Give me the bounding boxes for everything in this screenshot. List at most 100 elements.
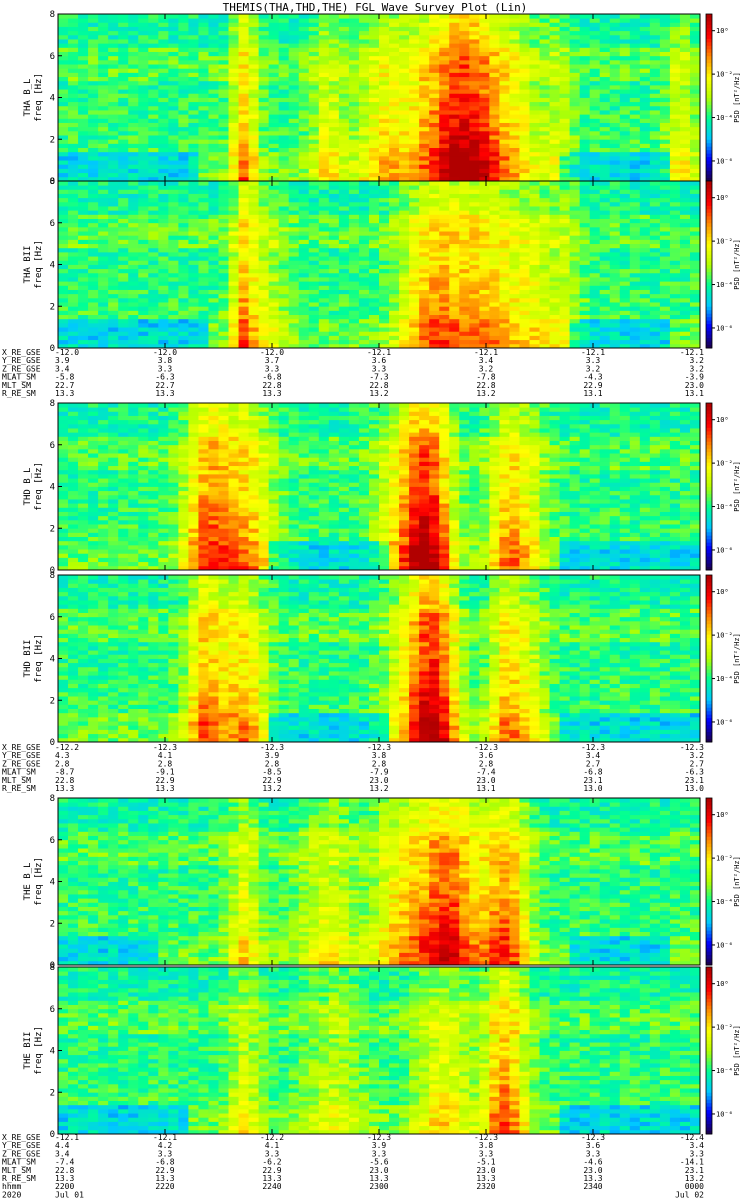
panel-ylabel: THE B_L: [23, 863, 33, 901]
ephemeris-value: 13.3: [55, 784, 74, 793]
ephemeris-block-3: X_RE_GSE -12.1 -12.1 -12.2 -12.3 -12.3 -12.3 -1…: [2, 1133, 704, 1199]
y-tick-label: 4: [50, 483, 55, 493]
y-tick-label: 2: [50, 524, 55, 534]
panel-ylabel: THA B_L: [23, 79, 33, 117]
ephemeris-row-label: 2020: [2, 1190, 21, 1199]
ephemeris-value: 13.2: [476, 389, 495, 398]
colorbar-tick-label: 10⁰: [716, 194, 729, 202]
colorbar-tick-label: 10⁰: [716, 27, 729, 35]
colorbars: 10⁰10⁻²10⁻⁴10⁻⁶PSD [nT²/Hz]10⁰10⁻²10⁻⁴10…: [705, 13, 741, 1135]
ephemeris-value: 2340: [583, 1182, 602, 1191]
panel-ylabel: THD B_L: [23, 468, 33, 506]
colorbar-tick-label: 10⁻⁶: [716, 157, 733, 165]
colorbar-tick-label: 10⁻⁴: [716, 675, 733, 683]
ephemeris-value: 2240: [262, 1182, 281, 1191]
colorbar-tick-label: 10⁻⁴: [716, 898, 733, 906]
colorbar-label: PSD [nT²/Hz]: [733, 461, 741, 512]
freq-axis-label: freq [Hz]: [34, 634, 44, 683]
colorbar-label: PSD [nT²/Hz]: [733, 72, 741, 123]
freq-axis-label: freq [Hz]: [34, 857, 44, 906]
y-tick-label: 2: [50, 302, 55, 312]
spectrogram-panel-thd-bii: 02468THD BII freq [Hz]: [23, 571, 701, 748]
freq-axis-label: freq [Hz]: [34, 1026, 44, 1075]
ephemeris-block-1: X_RE_GSE -12.0 -12.0 -12.0 -12.1 -12.1 -12.1 -1…: [2, 348, 704, 398]
colorbar-tick-label: 10⁻⁴: [716, 114, 733, 122]
panel-ylabel: THE BII: [23, 1032, 33, 1070]
ephemeris-value: 13.3: [55, 389, 74, 398]
ephemeris-value: 13.2: [369, 389, 388, 398]
ephemeris-row-label: R_RE_SM: [2, 389, 36, 398]
colorbar-tick-label: 10⁻²: [716, 1024, 733, 1032]
y-tick-label: 2: [50, 1088, 55, 1098]
colorbar-tick-label: 10⁻⁶: [716, 546, 733, 554]
ephemeris-value: 13.0: [685, 784, 704, 793]
colorbar-tick-label: 10⁻²: [716, 71, 733, 79]
y-tick-label: 8: [50, 399, 55, 409]
y-tick-label: 6: [50, 1005, 55, 1015]
colorbar-tha-bii: 10⁰ 10⁻² 10⁻⁴ 10⁻⁶ PSD [nT²/Hz]: [705, 180, 741, 349]
colorbar-tick-label: 10⁻⁴: [716, 281, 733, 289]
colorbar-the-bl: 10⁰ 10⁻² 10⁻⁴ 10⁻⁶ PSD [nT²/Hz]: [705, 797, 741, 966]
ephemeris-block-2: X_RE_GSE -12.2 -12.3 -12.3 -12.3 -12.3 -12.3 -1…: [2, 743, 704, 793]
plot-title: THEMIS(THA,THD,THE) FGL Wave Survey Plot…: [223, 1, 528, 14]
colorbar-tick-label: 10⁻⁶: [716, 941, 733, 949]
freq-axis-label: freq [Hz]: [34, 240, 44, 289]
colorbar-tick-label: 10⁰: [716, 811, 729, 819]
colorbar-thd-bii: 10⁰ 10⁻² 10⁻⁴ 10⁻⁶ PSD [nT²/Hz]: [705, 574, 741, 743]
ephemeris-value: 2320: [476, 1182, 495, 1191]
colorbar-tick-label: 10⁻⁴: [716, 503, 733, 511]
panel-ylabel: THD BII: [23, 640, 33, 678]
colorbar-tha-bl: 10⁰ 10⁻² 10⁻⁴ 10⁻⁶ PSD [nT²/Hz]: [705, 13, 741, 182]
spectrogram-panel-tha-bii: 02468THA BII freq [Hz]: [23, 177, 701, 354]
y-tick-label: 6: [50, 441, 55, 451]
colorbar-tick-label: 10⁻²: [716, 460, 733, 468]
freq-axis-label: freq [Hz]: [34, 462, 44, 511]
ephemeris-value: 13.2: [369, 784, 388, 793]
spectrogram-panel-tha-bl: 02468THA B_L freq [Hz]: [23, 10, 701, 187]
y-tick-label: 8: [50, 177, 55, 187]
ephemeris-row-label: R_RE_SM: [2, 784, 36, 793]
y-tick-label: 4: [50, 261, 55, 271]
y-tick-label: 4: [50, 1047, 55, 1057]
panel-ylabel: THA BII: [23, 246, 33, 284]
freq-axis-label: freq [Hz]: [34, 73, 44, 122]
ephemeris-value: 13.3: [155, 389, 174, 398]
y-tick-label: 2: [50, 919, 55, 929]
ephemeris-value: 13.1: [685, 389, 704, 398]
y-tick-label: 6: [50, 52, 55, 62]
spectrogram-panel-the-bl: 02468THE B_L freq [Hz]: [23, 794, 701, 971]
y-tick-label: 8: [50, 963, 55, 973]
colorbar-tick-label: 10⁰: [716, 588, 729, 596]
spectrogram-panel-thd-bl: 02468THD B_L freq [Hz]: [23, 399, 701, 576]
colorbar-tick-label: 10⁻⁶: [716, 1110, 733, 1118]
colorbar-tick-label: 10⁻⁶: [716, 324, 733, 332]
y-tick-label: 6: [50, 613, 55, 623]
colorbar-tick-label: 10⁰: [716, 980, 729, 988]
ephemeris-value: 2220: [155, 1182, 174, 1191]
y-tick-label: 6: [50, 836, 55, 846]
y-tick-label: 4: [50, 94, 55, 104]
colorbar-tick-label: 10⁻⁶: [716, 718, 733, 726]
colorbar-the-bii: 10⁰ 10⁻² 10⁻⁴ 10⁻⁶ PSD [nT²/Hz]: [705, 966, 741, 1135]
y-tick-label: 8: [50, 794, 55, 804]
y-tick-label: 8: [50, 571, 55, 581]
colorbar-label: PSD [nT²/Hz]: [733, 1025, 741, 1076]
colorbar-tick-label: 10⁻²: [716, 632, 733, 640]
colorbar-tick-label: 10⁻²: [716, 238, 733, 246]
wave-survey-plot: THEMIS(THA,THD,THE) FGL Wave Survey Plot…: [2, 1, 741, 1199]
colorbar-tick-label: 10⁰: [716, 416, 729, 424]
y-tick-label: 4: [50, 655, 55, 665]
ephemeris-value: 13.3: [262, 389, 281, 398]
ephemeris-value: 13.0: [583, 784, 602, 793]
ephemeris-value: 13.2: [262, 784, 281, 793]
colorbar-label: PSD [nT²/Hz]: [733, 239, 741, 290]
colorbar-tick-label: 10⁻⁴: [716, 1067, 733, 1075]
y-tick-label: 2: [50, 696, 55, 706]
y-tick-label: 4: [50, 878, 55, 888]
y-tick-label: 2: [50, 135, 55, 145]
colorbar-tick-label: 10⁻²: [716, 855, 733, 863]
ephemeris-value: 13.3: [155, 784, 174, 793]
ephemeris-value: 2300: [369, 1182, 388, 1191]
y-tick-label: 8: [50, 10, 55, 20]
spectrogram-panel-the-bii: 02468THE BII freq [Hz]: [23, 963, 701, 1140]
